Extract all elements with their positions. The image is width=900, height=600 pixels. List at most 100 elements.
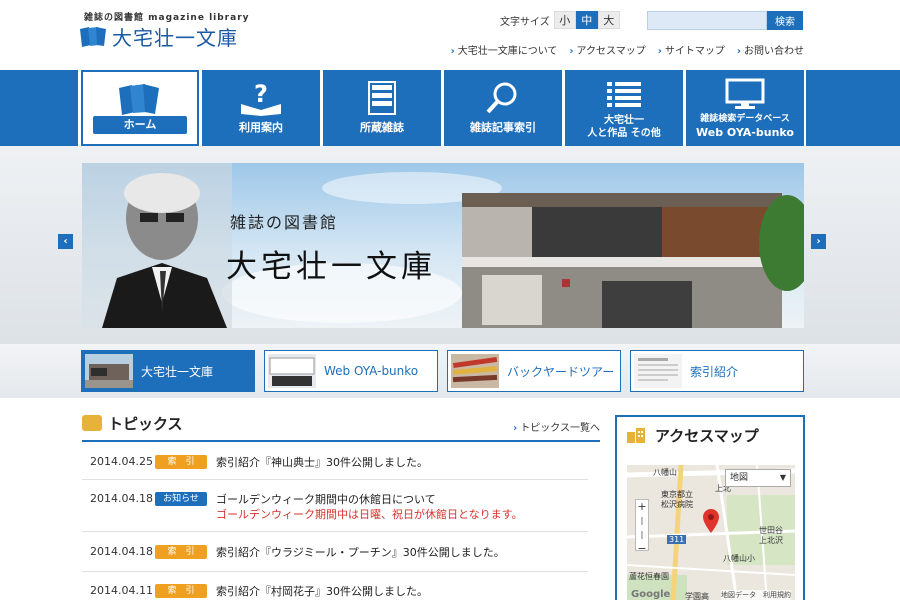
access-map-title: アクセスマップ	[655, 427, 759, 445]
topic-date: 2014.04.25	[90, 455, 153, 468]
banner-label: 大宅壮一文庫	[141, 364, 214, 379]
banner-label: 索引紹介	[690, 364, 739, 379]
nav-filler-left	[0, 70, 78, 146]
magazines-logo-icon	[80, 27, 106, 47]
nav-label: 利用案内	[239, 121, 283, 134]
nav-label: 雑誌検索データベース Web OYA-bunko	[686, 112, 804, 140]
topics-title: トピックス	[108, 415, 183, 433]
topic-badge-index: 索 引	[155, 545, 207, 559]
topic-link[interactable]: 索引紹介『神山典士』30件公開しました。	[216, 454, 428, 470]
util-link-label: お問い合わせ	[744, 46, 804, 57]
topics-more-link[interactable]: › トピックス一覧へ	[513, 419, 600, 434]
topic-item: 2014.04.18 索 引 索引紹介『ウラジミール・プーチン』30件公開しまし…	[82, 532, 588, 572]
google-map[interactable]: 八幡山 上北 東京都立 松沢病院 世田谷 上北沢 八幡山小 蘆花恒春園 311 …	[627, 465, 795, 600]
document-thumbnail	[634, 354, 682, 388]
nav-oya-works[interactable]: 大宅壮一 人と作品 その他	[565, 70, 683, 146]
chevron-right-icon: ›	[569, 46, 574, 57]
nav-holdings[interactable]: 所蔵雑誌	[323, 70, 441, 146]
question-book-icon: ?	[241, 80, 281, 116]
magnifier-icon	[486, 82, 517, 114]
topic-item: 2014.04.25 索 引 索引紹介『神山典士』30件公開しました。	[82, 442, 588, 480]
util-link-label: 大宅壮一文庫について	[457, 46, 558, 57]
nav-usage-guide[interactable]: ? 利用案内	[202, 70, 320, 146]
access-map-panel: アクセスマップ 八幡山 上北 東京都立 松沢病院 世田谷 上北沢 八幡山小 蘆花…	[615, 415, 805, 600]
topic-link[interactable]: ゴールデンウィーク期間中の休館日について	[216, 491, 436, 507]
util-link-access-map[interactable]: › アクセスマップ	[569, 42, 645, 57]
font-size-medium-button[interactable]: 中	[575, 11, 598, 29]
google-logo: Google	[631, 589, 671, 600]
list-icon	[607, 82, 641, 107]
zoom-out-icon[interactable]: −	[636, 542, 648, 556]
dropdown-arrow-icon: ▼	[779, 473, 786, 482]
route-number-badge: 311	[667, 535, 687, 544]
magazines-stack-thumbnail	[451, 354, 499, 388]
chevron-right-icon: ›	[513, 423, 518, 434]
map-data-credit: 地図データ	[721, 591, 756, 599]
hero-image	[82, 163, 804, 328]
font-size-label: 文字サイズ	[500, 16, 550, 28]
map-label: 学園高	[685, 592, 709, 600]
site-logo[interactable]: 雑誌の図書館 magazine library 大宅壮一文庫	[80, 10, 280, 50]
topic-item: 2014.04.18 お知らせ ゴールデンウィーク期間中の休館日について ゴール…	[82, 480, 588, 532]
topics-header: トピックス › トピックス一覧へ	[82, 412, 600, 438]
hero-slider: 雑誌の図書館 大宅壮一文庫	[82, 163, 804, 328]
chevron-right-icon: ›	[736, 46, 741, 57]
topics-more-label: トピックス一覧へ	[520, 423, 600, 434]
building-thumbnail	[85, 354, 133, 388]
zoom-slider-icon[interactable]: |	[636, 528, 648, 542]
nav-home[interactable]: ホーム	[81, 70, 199, 146]
font-size-large-button[interactable]: 大	[597, 11, 620, 29]
chevron-right-icon: ›	[657, 46, 662, 57]
topic-date: 2014.04.18	[90, 492, 153, 505]
keyboard-thumbnail	[268, 354, 316, 388]
topic-badge-notice: お知らせ	[155, 492, 207, 506]
banner-web-oya-bunko[interactable]: Web OYA-bunko	[264, 350, 438, 392]
banner-index-intro[interactable]: 索引紹介	[630, 350, 804, 392]
global-nav: ホーム ? 利用案内 所蔵雑誌 雑誌記事索引 大宅壮一 人と作品 その他 雑誌検…	[0, 70, 900, 146]
header: 雑誌の図書館 magazine library 大宅壮一文庫 文字サイズ 小 中…	[0, 0, 900, 70]
nav-article-index[interactable]: 雑誌記事索引	[444, 70, 562, 146]
topic-notice-detail: ゴールデンウィーク期間中は日曜、祝日が休館日となります。	[216, 508, 523, 521]
map-label: 上北沢	[759, 536, 783, 545]
logo-title: 大宅壮一文庫	[112, 26, 238, 50]
monitor-icon	[725, 78, 765, 109]
slider-next-button[interactable]: ›	[811, 234, 826, 249]
banner-row: 大宅壮一文庫 Web OYA-bunko バックヤードツアー 索引紹介	[0, 344, 900, 398]
topic-badge-index: 索 引	[155, 584, 207, 598]
map-footer: 地図データ 利用規約	[721, 590, 791, 600]
util-link-label: アクセスマップ	[576, 46, 646, 57]
map-type-select[interactable]: 地図 ▼	[725, 469, 791, 487]
slider-prev-button[interactable]: ‹	[58, 234, 73, 249]
page: 雑誌の図書館 magazine library 大宅壮一文庫 文字サイズ 小 中…	[0, 0, 900, 600]
banner-backyard-tour[interactable]: バックヤードツアー	[447, 350, 621, 392]
util-link-contact[interactable]: › お問い合わせ	[737, 42, 804, 57]
search-button[interactable]: 検索	[767, 11, 803, 30]
topic-date: 2014.04.11	[90, 584, 153, 597]
nav-label: ホーム	[93, 116, 187, 134]
topic-link[interactable]: 索引紹介『村岡花子』30件公開しました。	[216, 583, 428, 599]
util-link-sitemap[interactable]: › サイトマップ	[658, 42, 725, 57]
banner-label: バックヤードツアー	[507, 364, 615, 379]
topic-link[interactable]: 索引紹介『ウラジミール・プーチン』30件公開しました。	[216, 544, 505, 560]
map-terms-link[interactable]: 利用規約	[763, 591, 791, 599]
banner-oya-bunko[interactable]: 大宅壮一文庫	[81, 350, 255, 392]
hero-subtitle: 雑誌の図書館	[230, 213, 339, 232]
nav-label-line2: 人と作品 その他	[587, 128, 661, 139]
zoom-in-icon[interactable]: +	[636, 500, 648, 514]
nav-web-oya-bunko[interactable]: 雑誌検索データベース Web OYA-bunko	[686, 70, 804, 146]
map-zoom-control[interactable]: + | | −	[635, 499, 649, 555]
search-input[interactable]	[647, 11, 767, 30]
nav-label-line2: Web OYA-bunko	[696, 126, 794, 139]
util-link-about[interactable]: › 大宅壮一文庫について	[451, 42, 558, 57]
location-pin-icon[interactable]	[703, 509, 719, 533]
map-label: 蘆花恒春園	[629, 572, 669, 581]
nav-filler-right	[806, 70, 900, 146]
magazines-icon	[119, 84, 159, 115]
topic-item: 2014.04.11 索 引 索引紹介『村岡花子』30件公開しました。	[82, 572, 588, 600]
font-size-small-button[interactable]: 小	[553, 11, 576, 29]
topic-date: 2014.04.18	[90, 545, 153, 558]
chevron-right-icon: ›	[450, 46, 455, 57]
svg-text:?: ?	[254, 80, 268, 108]
map-type-value: 地図	[730, 473, 749, 483]
zoom-slider-icon[interactable]: |	[636, 514, 648, 528]
